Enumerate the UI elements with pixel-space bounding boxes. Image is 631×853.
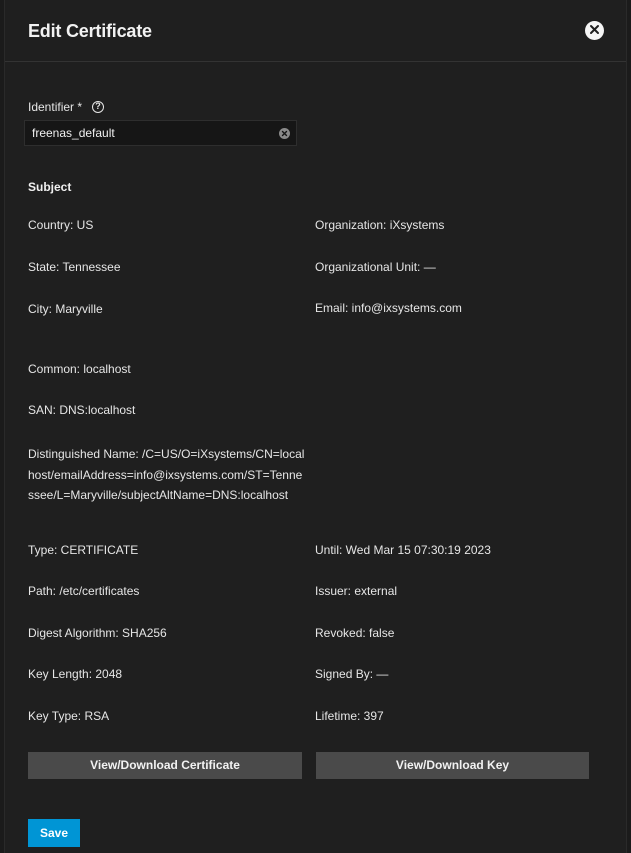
type-text: Type: CERTIFICATE (28, 543, 139, 557)
identifier-input[interactable] (25, 121, 296, 145)
view-download-key-button[interactable]: View/Download Key (316, 752, 589, 779)
subject-heading: Subject (28, 180, 72, 194)
key-length-text: Key Length: 2048 (28, 667, 123, 681)
revoked-text: Revoked: false (315, 626, 395, 640)
dialog-header: Edit Certificate (5, 0, 626, 62)
state-text: State: Tennessee (28, 260, 121, 274)
view-download-certificate-button[interactable]: View/Download Certificate (28, 752, 302, 779)
country-text: Country: US (28, 218, 94, 232)
san-text: SAN: DNS:localhost (28, 403, 136, 417)
issuer-text: Issuer: external (315, 584, 398, 598)
common-text: Common: localhost (28, 362, 131, 376)
organization-text: Organization: iXsystems (315, 218, 445, 232)
clear-input-icon[interactable] (279, 128, 290, 139)
city-text: City: Maryville (28, 302, 103, 316)
lifetime-text: Lifetime: 397 (315, 709, 384, 723)
email-text: Email: info@ixsystems.com (315, 301, 462, 315)
until-text: Until: Wed Mar 15 07:30:19 2023 (315, 543, 491, 557)
help-icon[interactable]: ? (92, 101, 104, 113)
org-unit-text: Organizational Unit: — (315, 260, 436, 274)
key-type-text: Key Type: RSA (28, 709, 110, 723)
identifier-field-wrapper (24, 120, 297, 146)
digest-algorithm-text: Digest Algorithm: SHA256 (28, 626, 167, 640)
save-button[interactable]: Save (28, 819, 80, 847)
close-button[interactable] (585, 21, 604, 40)
distinguished-name-text: Distinguished Name: /C=US/O=iXsystems/CN… (28, 447, 305, 502)
close-icon (589, 22, 600, 40)
dialog-title: Edit Certificate (28, 21, 152, 41)
identifier-label: Identifier * (28, 100, 83, 114)
path-text: Path: /etc/certificates (28, 584, 140, 598)
signed-by-text: Signed By: — (315, 667, 389, 681)
